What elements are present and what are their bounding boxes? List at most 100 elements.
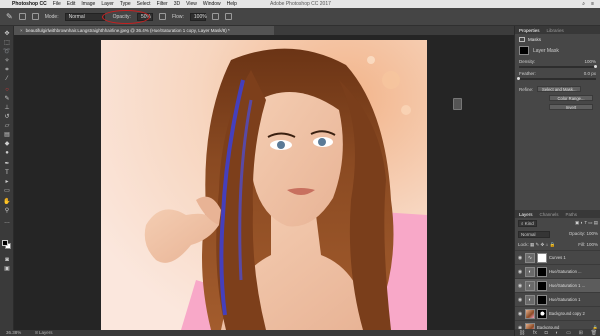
zoom-level[interactable]: 36.38%	[6, 330, 21, 336]
layer-mask-thumbnail[interactable]	[537, 252, 547, 263]
airbrush-icon[interactable]	[211, 13, 219, 20]
dodge-tool-icon[interactable]: ●	[3, 150, 11, 156]
feather-slider[interactable]	[517, 77, 596, 80]
tab-libraries[interactable]: Libraries	[547, 28, 564, 33]
document-canvas[interactable]	[101, 40, 427, 330]
lock-icons[interactable]: ▦ ✎ ✥ ⌂ 🔒	[530, 242, 555, 247]
menu-layer[interactable]: Layer	[101, 1, 114, 7]
more-tools-icon[interactable]: …	[3, 219, 11, 225]
tab-properties[interactable]: Properties	[519, 28, 540, 33]
screen-mode-icon[interactable]: ▣	[3, 266, 11, 272]
brush-tool-icon[interactable]: ✎	[3, 96, 11, 102]
gradient-tool-icon[interactable]: ▤	[3, 132, 11, 138]
blend-mode-select[interactable]: Normal	[518, 231, 550, 238]
layer-name: Background copy 2	[549, 311, 585, 316]
menu-3d[interactable]: 3D	[174, 1, 180, 7]
add-mask-icon[interactable]: ◘	[545, 330, 548, 336]
layer-kind-filter[interactable]: ⌕ Kind	[518, 220, 537, 227]
eraser-tool-icon[interactable]: ▱	[3, 123, 11, 129]
zoom-tool-icon[interactable]: ⚲	[3, 208, 11, 214]
menu-type[interactable]: Type	[120, 1, 131, 7]
fx-icon[interactable]: fx	[533, 330, 537, 336]
menu-list-icon[interactable]: ≡	[591, 1, 594, 7]
visibility-eye-icon[interactable]: ◉	[517, 283, 523, 289]
quick-mask-icon[interactable]: ◙	[3, 257, 11, 263]
foreground-color-swatch[interactable]	[2, 240, 8, 246]
shape-tool-icon[interactable]: ▭	[3, 188, 11, 194]
trash-icon[interactable]: 🗑	[591, 330, 597, 336]
brush-panel-icon[interactable]	[31, 13, 39, 20]
close-tab-icon[interactable]: ×	[20, 28, 23, 33]
tab-channels[interactable]: Channels	[540, 212, 559, 217]
group-folder-icon[interactable]: ▭	[566, 330, 571, 336]
adjustment-layer-icon[interactable]: ◐	[555, 330, 558, 336]
marquee-tool-icon[interactable]: ⬚	[3, 40, 11, 46]
search-icon[interactable]: ⌕	[582, 1, 585, 7]
menu-window[interactable]: Window	[203, 1, 221, 7]
history-brush-tool-icon[interactable]: ↺	[3, 114, 11, 120]
layer-mask-thumbnail[interactable]	[537, 308, 547, 319]
menu-view[interactable]: View	[186, 1, 197, 7]
density-slider[interactable]	[519, 65, 597, 68]
layer-row[interactable]: ◉ ◐ Hue/Saturation ...	[515, 264, 600, 278]
brush-tool-icon[interactable]: ✎	[6, 12, 13, 21]
pressure-opacity-icon[interactable]	[158, 13, 166, 20]
pressure-size-icon[interactable]	[224, 13, 232, 20]
layer-row[interactable]: ◉ Background copy 2	[515, 306, 600, 320]
menu-app-name[interactable]: Photoshop CC	[12, 1, 47, 7]
layer-opacity-value[interactable]: 100%	[586, 231, 598, 236]
lasso-tool-icon[interactable]: ➰	[3, 49, 11, 55]
filter-icons[interactable]: ▣ ◐ T ▭ ▤	[575, 220, 598, 227]
healing-brush-tool-icon[interactable]: ○	[3, 87, 11, 93]
menu-file[interactable]: File	[53, 1, 61, 7]
menu-filter[interactable]: Filter	[157, 1, 168, 7]
layer-row[interactable]: ◉ ∿ Curves 1	[515, 250, 600, 264]
status-icons: ⌕ ≡	[582, 0, 594, 8]
brush-preset-icon[interactable]	[18, 13, 26, 20]
document-tab[interactable]: × beautifulgirlwithbrownhair.Langstraight…	[14, 26, 274, 35]
eyedropper-tool-icon[interactable]: ⁄	[3, 76, 11, 82]
tab-layers[interactable]: Layers	[519, 212, 533, 217]
layer-row[interactable]: ◉ ◐ Hue/Saturation 1	[515, 292, 600, 306]
blur-tool-icon[interactable]: ◆	[3, 141, 11, 147]
density-value[interactable]: 100%	[584, 59, 596, 64]
document-tab-title: beautifulgirlwithbrownhair.Langstraighth…	[25, 28, 230, 33]
crop-tool-icon[interactable]: ⌗	[3, 67, 11, 73]
fill-value[interactable]: 100%	[586, 242, 598, 247]
layer-mask-thumbnail[interactable]	[519, 46, 529, 55]
path-select-tool-icon[interactable]: ▸	[3, 179, 11, 185]
layer-mask-thumbnail[interactable]	[537, 294, 547, 305]
feather-value[interactable]: 0.0 px	[584, 71, 596, 76]
type-tool-icon[interactable]: T	[3, 170, 11, 176]
mode-select[interactable]: Normal	[64, 12, 105, 21]
layer-mask-thumbnail[interactable]	[537, 266, 547, 277]
feather-slider-knob[interactable]	[517, 77, 520, 80]
menu-image[interactable]: Image	[81, 1, 95, 7]
move-tool-icon[interactable]: ✥	[3, 31, 11, 37]
tab-paths[interactable]: Paths	[566, 212, 578, 217]
clone-stamp-tool-icon[interactable]: ⊥	[3, 105, 11, 111]
density-slider-knob[interactable]	[594, 65, 597, 68]
menu-select[interactable]: Select	[137, 1, 151, 7]
layer-mask-thumbnail[interactable]	[537, 280, 547, 291]
visibility-eye-icon[interactable]: ◉	[517, 255, 523, 261]
new-layer-icon[interactable]: ⊞	[579, 330, 583, 336]
visibility-eye-icon[interactable]: ◉	[517, 311, 523, 317]
pen-tool-icon[interactable]: ✒	[3, 161, 11, 167]
menu-help[interactable]: Help	[227, 1, 237, 7]
link-layers-icon[interactable]: ⛓	[519, 330, 525, 336]
menu-edit[interactable]: Edit	[67, 1, 76, 7]
layer-row[interactable]: ◉ ◐ Hue/Saturation 1 ...	[515, 278, 600, 292]
flow-input[interactable]: 100%	[189, 12, 207, 21]
canvas-tool-icon[interactable]	[453, 98, 462, 110]
hand-tool-icon[interactable]: ✋	[3, 199, 11, 205]
color-range-button[interactable]: Color Range...	[549, 95, 593, 101]
invert-button[interactable]: Invert	[549, 104, 593, 110]
canvas-workspace[interactable]	[14, 35, 514, 330]
visibility-eye-icon[interactable]: ◉	[517, 297, 523, 303]
properties-panel-header: Properties Libraries	[515, 26, 600, 34]
visibility-eye-icon[interactable]: ◉	[517, 269, 523, 275]
quick-select-tool-icon[interactable]: ✧	[3, 58, 11, 64]
select-and-mask-button[interactable]: Select and Mask...	[537, 86, 582, 92]
search-icon: ⌕	[521, 221, 524, 226]
